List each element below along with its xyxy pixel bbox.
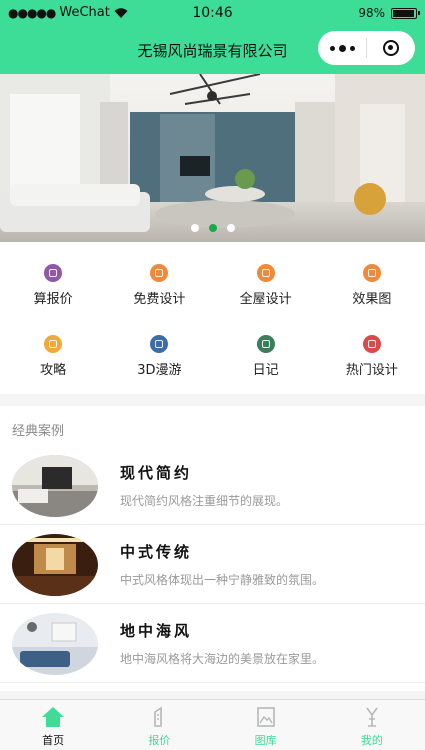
case-description: 地中海风格将大海边的美景放在家里。 [120, 652, 325, 666]
case-title: 现代简约 [120, 464, 193, 482]
category-item[interactable]: 热门设计 [319, 323, 425, 389]
case-item-modern[interactable]: 现代简约 现代简约风格注重细节的展现。 [0, 446, 425, 525]
category-item[interactable]: 全屋设计 [213, 252, 319, 318]
diary-icon [256, 335, 275, 353]
tab-bar: 首页 报价 图库 我的 [0, 699, 425, 750]
tab-label: 报价 [148, 734, 171, 747]
case-thumbnail [12, 613, 98, 675]
category-item[interactable]: 效果图 [319, 252, 425, 318]
banner-dot[interactable] [208, 224, 217, 232]
banner-image [0, 74, 425, 242]
case-thumbnail [12, 534, 98, 596]
category-label: 3D漫游 [137, 363, 182, 378]
case-thumbnail [12, 455, 98, 517]
banner-dot[interactable] [190, 224, 199, 232]
tab-quote[interactable]: 报价 [106, 700, 212, 750]
tab-profile[interactable]: 我的 [319, 700, 425, 750]
house-icon [256, 264, 275, 282]
image-icon [362, 264, 381, 282]
category-label: 热门设计 [345, 363, 398, 378]
case-title: 中式传统 [120, 543, 193, 561]
category-item[interactable]: 3D漫游 [106, 323, 212, 389]
battery-icon [391, 7, 420, 19]
tab-home[interactable]: 首页 [0, 700, 106, 750]
calculator-icon [44, 264, 63, 282]
category-label: 全屋设计 [239, 292, 292, 307]
category-grid: 算报价 免费设计 全屋设计 效果图攻略 3D漫游 日记 热门设计 [0, 242, 425, 394]
category-label: 免费设计 [133, 292, 186, 307]
quote-icon [154, 706, 163, 727]
category-item[interactable]: 免费设计 [106, 252, 212, 318]
banner-carousel[interactable] [0, 74, 425, 242]
tab-label: 图库 [254, 734, 277, 747]
battery-percent: 98% [358, 6, 385, 20]
hot-icon [362, 335, 381, 353]
mini-program-close-icon[interactable] [367, 40, 415, 56]
case-description: 现代简约风格注重细节的展现。 [120, 494, 289, 508]
profile-icon [366, 707, 378, 727]
banner-dot[interactable] [226, 224, 235, 232]
category-label: 攻略 [40, 363, 67, 378]
category-label: 效果图 [352, 292, 392, 307]
tab-label: 首页 [42, 734, 65, 747]
case-item-mediterranean[interactable]: 地中海风 地中海风格将大海边的美景放在家里。 [0, 604, 425, 683]
status-right: 98% [358, 6, 420, 20]
design-icon [150, 264, 169, 282]
case-item-chinese[interactable]: 中式传统 中式风格体现出一种宁静雅致的氛围。 [0, 525, 425, 604]
header: ●●●●● WeChat 10:46 98% 无锡风尚瑞景有限公司 [0, 0, 425, 74]
more-dots-icon[interactable] [318, 44, 366, 52]
category-item[interactable]: 日记 [213, 323, 319, 389]
guide-icon [44, 335, 63, 353]
case-description: 中式风格体现出一种宁静雅致的氛围。 [120, 573, 325, 587]
vr-icon [150, 335, 169, 353]
nav-bar: 无锡风尚瑞景有限公司 [0, 26, 425, 74]
tab-label: 我的 [360, 734, 383, 747]
classic-cases: 经典案例 现代简约 现代简约风格注重细节的展现。 中式传统 中式风格体现出一种宁… [0, 406, 425, 691]
banner-indicator [0, 224, 425, 232]
mini-program-capsule [318, 31, 415, 65]
category-label: 算报价 [33, 292, 73, 307]
status-bar: ●●●●● WeChat 10:46 98% [0, 0, 425, 26]
home-icon [42, 707, 65, 727]
category-item[interactable]: 攻略 [0, 323, 106, 389]
tab-gallery[interactable]: 图库 [213, 700, 319, 750]
category-item[interactable]: 算报价 [0, 252, 106, 318]
gallery-icon [256, 707, 275, 727]
case-title: 地中海风 [120, 622, 193, 640]
section-title: 经典案例 [12, 424, 65, 439]
category-label: 日记 [252, 363, 279, 378]
